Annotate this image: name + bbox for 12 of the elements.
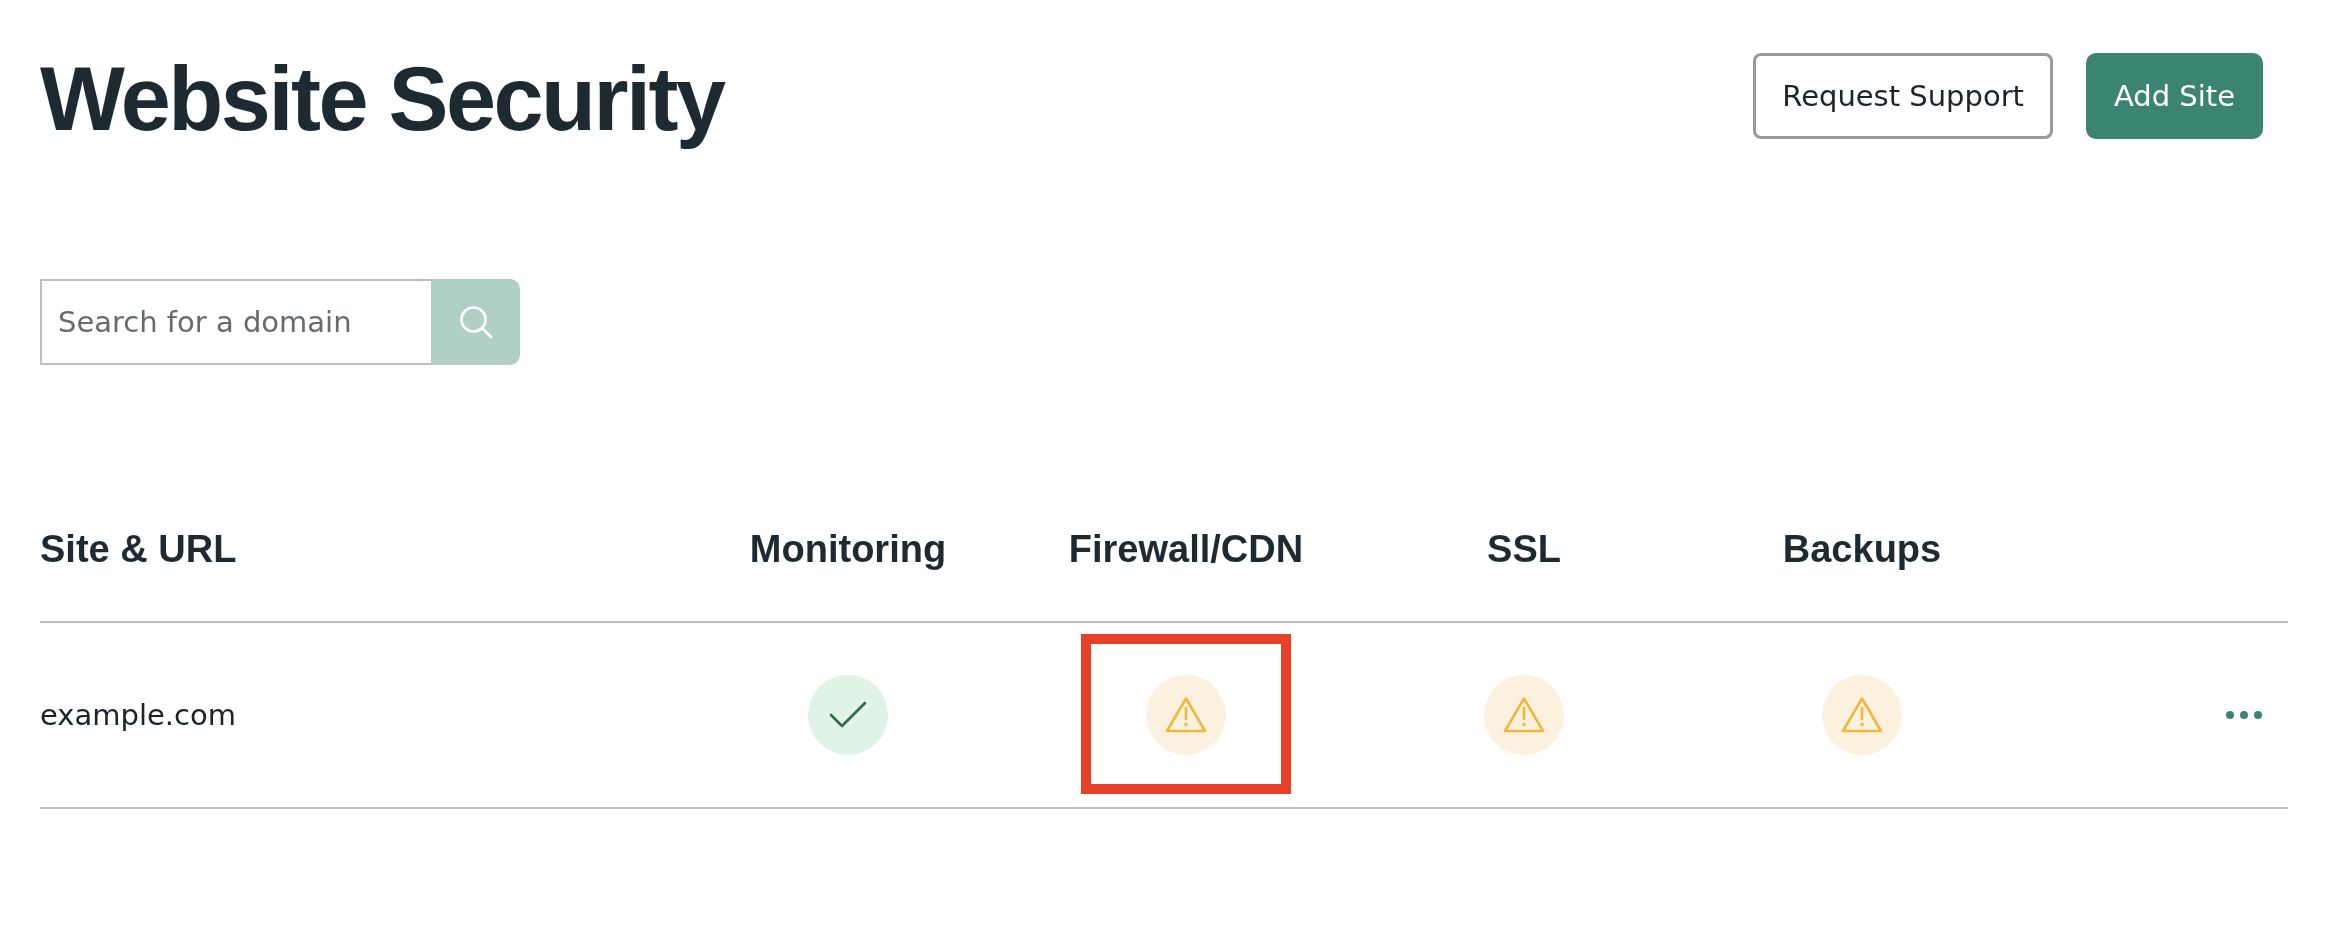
column-header: Firewall/CDN <box>1068 527 1304 572</box>
column-header: Backups <box>1782 527 1942 572</box>
site-url: example.com <box>40 697 236 733</box>
column-header: SSL <box>1487 527 1561 572</box>
column-header: Site & URL <box>40 527 237 572</box>
column-header: Monitoring <box>749 527 947 572</box>
search-icon <box>458 305 493 339</box>
page-title: Website Security <box>40 50 724 149</box>
add-site-button[interactable]: Add Site <box>2085 53 2263 139</box>
request-support-button[interactable]: Request Support <box>1753 53 2053 139</box>
search-field[interactable]: Search for a domain <box>40 279 431 365</box>
more-options-icon[interactable] <box>2226 711 2262 719</box>
